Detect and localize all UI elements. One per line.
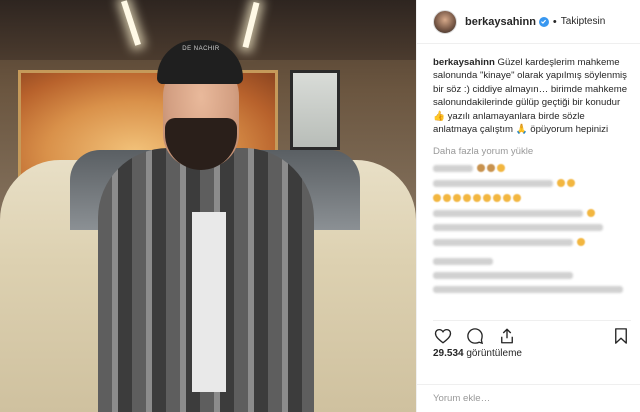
white-undershirt [192, 212, 226, 392]
view-count-label: görüntüleme [466, 348, 522, 359]
separator-dot: • [552, 15, 557, 28]
caption: berkaysahinn Güzel kardeşlerim mahkeme s… [433, 56, 631, 136]
blurred-comment [433, 286, 631, 294]
blurred-comment [433, 194, 631, 203]
view-count[interactable]: 29.534 görüntüleme [433, 348, 522, 359]
username-link[interactable]: berkaysahinn [465, 16, 536, 28]
caption-username[interactable]: berkaysahinn [433, 57, 495, 68]
showroom-window [290, 70, 340, 150]
comment-icon[interactable] [465, 326, 485, 346]
bookmark-icon[interactable] [611, 326, 631, 346]
post-video[interactable]: DE NACHIR [0, 0, 416, 412]
heart-icon[interactable] [433, 326, 453, 346]
view-count-number: 29.534 [433, 348, 464, 359]
avatar[interactable] [433, 9, 457, 34]
blurred-comment [433, 238, 631, 247]
post-sidebar: berkaysahinn • Takiptesin berkaysahinn G… [416, 0, 640, 412]
blurred-comment [433, 179, 631, 188]
share-icon[interactable] [497, 326, 517, 346]
following-button[interactable]: Takiptesin [561, 16, 605, 27]
verified-badge-icon [538, 16, 549, 27]
caption-text: Güzel kardeşlerim mahkeme salonunda "kin… [433, 57, 628, 136]
cap-print: DE NACHIR [182, 46, 220, 52]
blurred-comment [433, 224, 631, 232]
blurred-comment [433, 209, 631, 218]
comment-input[interactable] [433, 393, 623, 404]
action-bar [433, 320, 631, 346]
blurred-comment [433, 272, 631, 280]
blurred-comment [433, 164, 631, 173]
blurred-comment [433, 258, 631, 266]
post-header: berkaysahinn • Takiptesin [417, 0, 640, 44]
load-more-comments-link[interactable]: Daha fazla yorum yükle [433, 146, 631, 157]
comments-section: berkaysahinn Güzel kardeşlerim mahkeme s… [433, 56, 631, 294]
add-comment-bar [417, 384, 640, 412]
